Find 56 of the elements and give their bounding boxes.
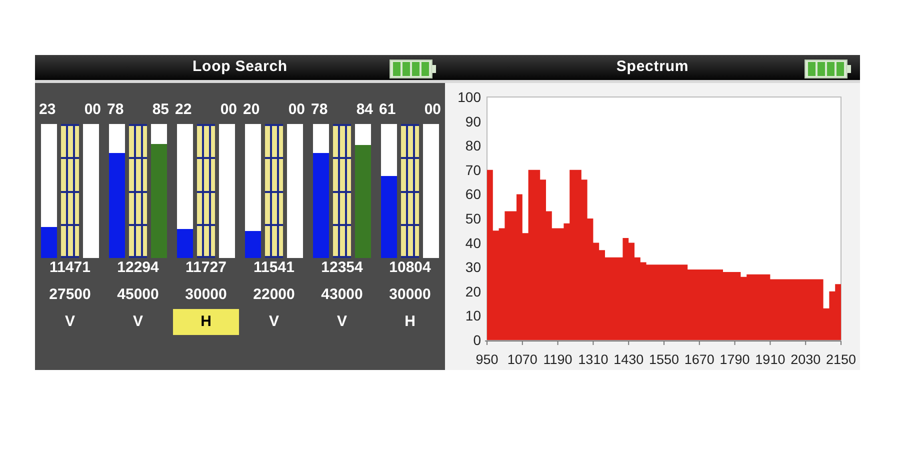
- symbol-rate: 45000: [117, 286, 159, 304]
- x-tick-label: 1310: [578, 352, 608, 367]
- x-tick-label: 1550: [648, 352, 680, 367]
- y-tick-label: 70: [465, 162, 481, 178]
- y-tick-label: 80: [465, 138, 481, 154]
- signal-reading: 78: [107, 101, 124, 119]
- y-tick-label: 100: [458, 89, 481, 105]
- frequency: 11541: [254, 259, 294, 277]
- polarization[interactable]: H: [377, 309, 443, 335]
- quality-reading: 00: [84, 101, 101, 119]
- battery-icon: [804, 59, 852, 79]
- frequency: 10804: [389, 259, 431, 277]
- quality-reading: 00: [220, 101, 237, 119]
- frequency: 12354: [321, 259, 363, 277]
- x-tick-label: 1670: [684, 352, 714, 367]
- signal-reading: 61: [379, 101, 396, 119]
- y-tick-label: 90: [465, 113, 481, 130]
- symbol-rate: 30000: [389, 286, 431, 304]
- y-tick-label: 30: [465, 259, 481, 276]
- frequency: 11727: [186, 259, 226, 277]
- y-tick-label: 50: [465, 210, 481, 226]
- x-tick-label: 1790: [720, 352, 750, 367]
- polarization[interactable]: V: [105, 309, 171, 335]
- polarization[interactable]: V: [241, 309, 307, 335]
- x-tick-label: 2150: [826, 352, 856, 367]
- signal-reading: 23: [39, 101, 56, 119]
- y-tick-label: 0: [473, 332, 481, 348]
- y-tick-label: 10: [465, 308, 481, 324]
- quality-reading: 00: [424, 101, 441, 119]
- battery-icon: [389, 59, 437, 79]
- symbol-rate: 30000: [185, 286, 227, 304]
- screen-title: Loop Search: [192, 57, 288, 78]
- symbol-rate: 43000: [321, 286, 363, 304]
- x-tick-label: 1910: [755, 352, 786, 367]
- signal-reading: 20: [243, 101, 260, 119]
- symbol-rate: 27500: [49, 286, 91, 304]
- y-tick-label: 40: [465, 234, 481, 251]
- frequency: 12294: [117, 259, 159, 277]
- x-tick-label: 2030: [790, 352, 821, 367]
- x-tick-label: 1430: [614, 352, 644, 367]
- polarization[interactable]: H: [173, 309, 239, 335]
- frequency: 11471: [50, 259, 90, 277]
- signal-reading: 78: [311, 101, 328, 119]
- x-tick-label: 950: [476, 352, 498, 367]
- quality-reading: 00: [288, 101, 305, 119]
- signal-reading: 22: [175, 101, 192, 119]
- polarization[interactable]: V: [309, 309, 375, 335]
- x-tick-label: 1190: [543, 352, 572, 367]
- symbol-rate: 22000: [253, 286, 295, 304]
- quality-reading: 85: [152, 101, 169, 119]
- y-tick-label: 60: [465, 186, 481, 202]
- x-tick-label: 1070: [507, 352, 538, 367]
- screen-title: Spectrum: [616, 57, 689, 78]
- quality-reading: 84: [356, 101, 373, 119]
- y-tick-label: 20: [465, 283, 481, 300]
- polarization[interactable]: V: [37, 309, 103, 335]
